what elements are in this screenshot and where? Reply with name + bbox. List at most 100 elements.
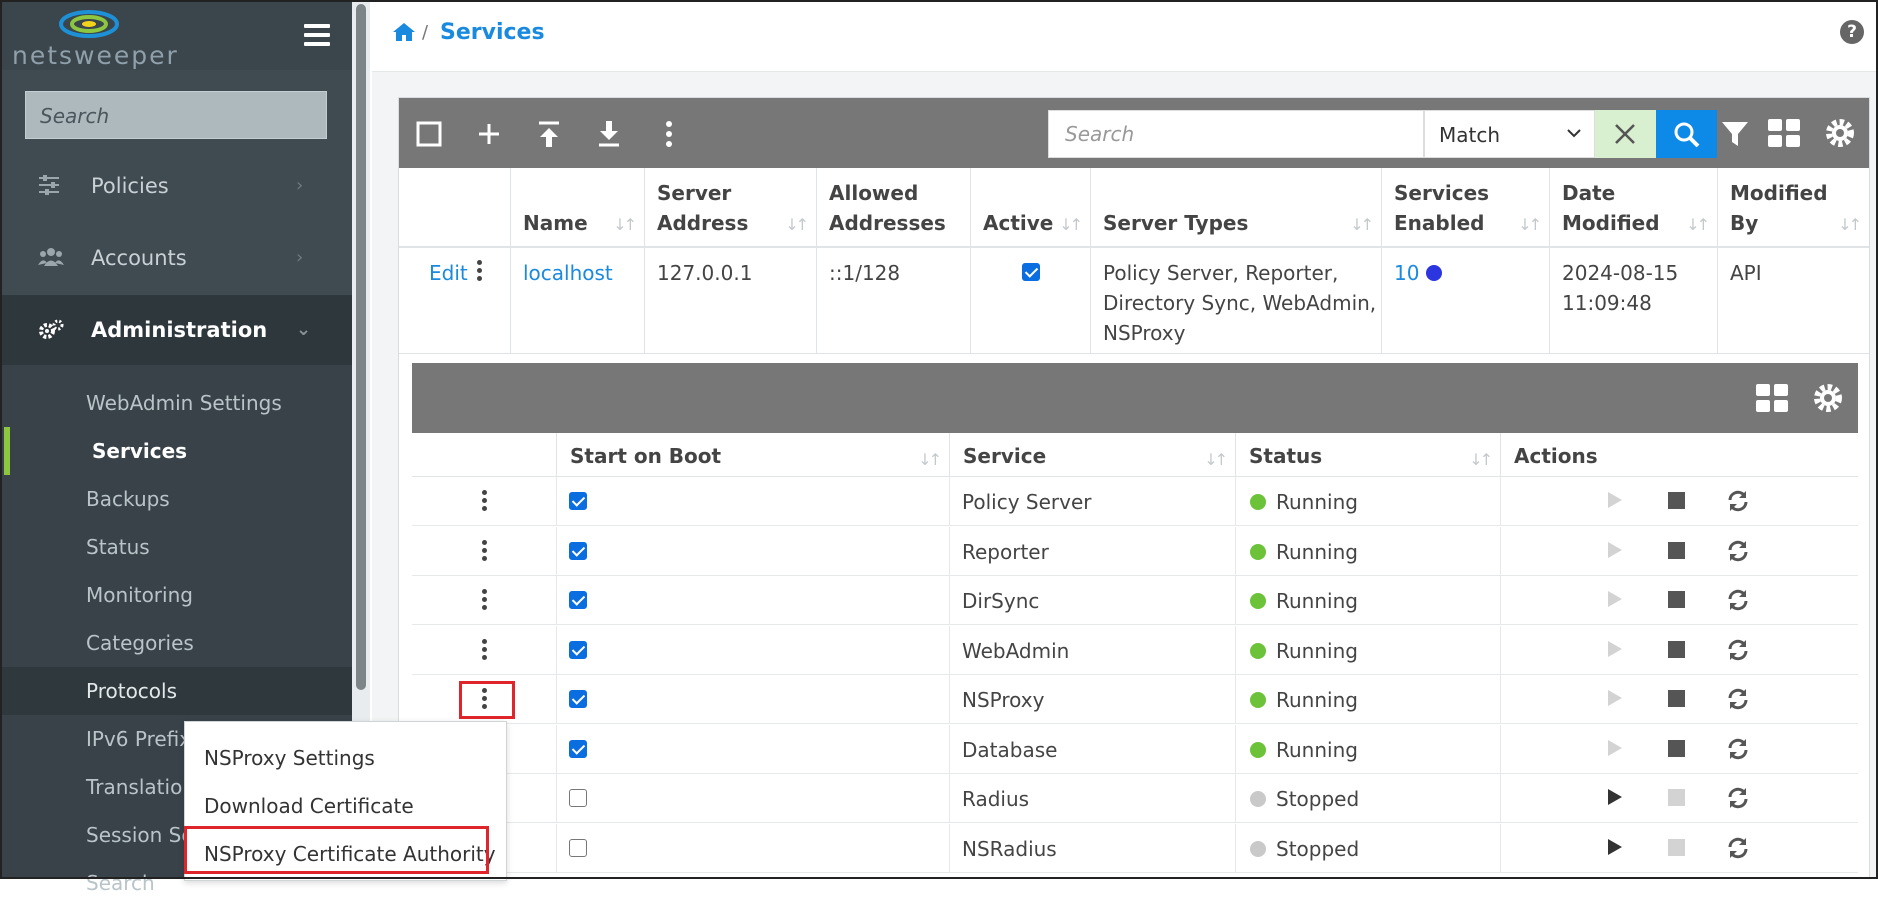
stop-icon[interactable]	[1668, 690, 1685, 707]
restart-icon[interactable]	[1726, 737, 1750, 761]
stop-icon[interactable]	[1668, 542, 1685, 559]
start-on-boot-checkbox[interactable]	[569, 591, 587, 609]
sidebar-scroll-thumb[interactable]	[356, 4, 366, 690]
sort-icon[interactable]: ↓↑	[1518, 215, 1542, 234]
settings-gear-icon[interactable]	[1812, 382, 1844, 414]
restart-icon[interactable]	[1726, 489, 1750, 513]
restart-icon[interactable]	[1726, 786, 1750, 810]
sort-icon[interactable]: ↓↑	[1686, 215, 1710, 234]
stop-icon[interactable]	[1668, 591, 1685, 608]
start-on-boot-checkbox[interactable]	[569, 492, 587, 510]
home-icon[interactable]	[392, 22, 416, 42]
stop-icon[interactable]	[1668, 789, 1685, 806]
column-header-server-address[interactable]: Server Address ↓↑	[645, 168, 817, 248]
column-header-start-on-boot[interactable]: Start on Boot ↓↑	[557, 433, 950, 477]
sort-icon[interactable]: ↓↑	[1469, 450, 1493, 469]
search-button[interactable]	[1656, 110, 1717, 158]
help-icon[interactable]: ?	[1840, 20, 1864, 44]
column-header-active[interactable]: Active ↓↑	[971, 168, 1091, 248]
stop-icon[interactable]	[1668, 492, 1685, 509]
start-on-boot-checkbox[interactable]	[569, 641, 587, 659]
submenu-item-categories[interactable]: Categories	[0, 619, 352, 667]
row-more-icon[interactable]	[482, 639, 488, 663]
menu-item-download-certificate[interactable]: Download Certificate	[185, 781, 508, 829]
submenu-label: Session Se	[86, 823, 194, 847]
play-icon[interactable]	[1607, 590, 1623, 608]
play-icon[interactable]	[1607, 491, 1623, 509]
submenu-item-monitoring[interactable]: Monitoring	[0, 571, 352, 619]
select-all-icon[interactable]	[416, 121, 442, 147]
match-mode-select[interactable]: Match	[1424, 110, 1595, 158]
restart-icon[interactable]	[1726, 539, 1750, 563]
start-on-boot-checkbox[interactable]	[569, 789, 587, 807]
row-more-icon[interactable]	[482, 589, 488, 613]
menu-toggle-icon[interactable]	[304, 24, 330, 46]
submenu-item-status[interactable]: Status	[0, 523, 352, 571]
stop-icon[interactable]	[1668, 641, 1685, 658]
start-on-boot-checkbox[interactable]	[569, 839, 587, 857]
edit-link[interactable]: Edit	[429, 258, 468, 288]
start-on-boot-checkbox[interactable]	[569, 542, 587, 560]
column-header-modified-by[interactable]: Modified By ↓↑	[1718, 168, 1869, 248]
status-cell: Running	[1236, 477, 1501, 526]
column-header-date-modified[interactable]: Date Modified ↓↑	[1550, 168, 1718, 248]
play-icon[interactable]	[1607, 541, 1623, 559]
submenu-item-services[interactable]: Services	[0, 427, 352, 475]
play-icon[interactable]	[1607, 838, 1623, 856]
restart-icon[interactable]	[1726, 687, 1750, 711]
nav-item-policies[interactable]: Policies ›	[0, 151, 352, 223]
upload-icon[interactable]	[537, 120, 561, 148]
start-on-boot-checkbox[interactable]	[569, 690, 587, 708]
sidebar-search-input[interactable]: Search	[25, 91, 327, 139]
menu-item-nsproxy-settings[interactable]: NSProxy Settings	[185, 733, 508, 781]
active-checkbox[interactable]	[1022, 263, 1040, 281]
play-icon[interactable]	[1607, 640, 1623, 658]
logo-icon	[59, 10, 119, 38]
column-header-status[interactable]: Status ↓↑	[1236, 433, 1501, 477]
play-icon[interactable]	[1607, 689, 1623, 707]
grid-view-icon[interactable]	[1755, 383, 1789, 413]
restart-icon[interactable]	[1726, 588, 1750, 612]
settings-gear-icon[interactable]	[1824, 117, 1856, 149]
submenu-item-webadmin-settings[interactable]: WebAdmin Settings	[0, 379, 352, 427]
column-header-name[interactable]: Name ↓↑	[511, 168, 645, 248]
sort-icon[interactable]: ↓↑	[1059, 215, 1083, 234]
status-text: Running	[1276, 490, 1358, 514]
column-header-service[interactable]: Service ↓↑	[950, 433, 1236, 477]
nav-item-accounts[interactable]: Accounts ›	[0, 223, 352, 295]
filter-icon[interactable]	[1721, 120, 1749, 148]
row-more-icon[interactable]	[477, 260, 483, 284]
restart-icon[interactable]	[1726, 836, 1750, 860]
more-options-icon[interactable]	[666, 121, 672, 147]
start-on-boot-cell	[557, 576, 950, 625]
column-header-server-types[interactable]: Server Types ↓↑	[1091, 168, 1382, 248]
submenu-item-backups[interactable]: Backups	[0, 475, 352, 523]
start-on-boot-checkbox[interactable]	[569, 740, 587, 758]
clear-search-button[interactable]	[1595, 110, 1656, 158]
play-icon[interactable]	[1607, 739, 1623, 757]
sort-icon[interactable]: ↓↑	[785, 215, 809, 234]
play-icon[interactable]	[1607, 788, 1623, 806]
submenu-item-protocols[interactable]: Protocols	[0, 667, 352, 715]
services-enabled[interactable]: 10	[1394, 258, 1442, 288]
status-cell: Running	[1236, 626, 1501, 675]
sort-icon[interactable]: ↓↑	[1838, 215, 1862, 234]
server-name-link[interactable]: localhost	[523, 258, 613, 288]
stop-icon[interactable]	[1668, 740, 1685, 757]
column-header-allowed-addresses[interactable]: Allowed Addresses	[817, 168, 971, 248]
sort-icon[interactable]: ↓↑	[1204, 450, 1228, 469]
grid-view-icon[interactable]	[1767, 118, 1801, 148]
sort-icon[interactable]: ↓↑	[613, 215, 637, 234]
stop-icon[interactable]	[1668, 839, 1685, 856]
sort-icon[interactable]: ↓↑	[918, 450, 942, 469]
nav-item-administration[interactable]: Administration ⌄	[0, 295, 352, 367]
restart-icon[interactable]	[1726, 638, 1750, 662]
download-icon[interactable]	[597, 120, 621, 148]
table-search-input[interactable]: Search	[1048, 110, 1424, 158]
services-enabled-count[interactable]: 10	[1394, 261, 1419, 285]
sort-icon[interactable]: ↓↑	[1350, 215, 1374, 234]
column-header-services-enabled[interactable]: Services Enabled ↓↑	[1382, 168, 1550, 248]
add-icon[interactable]	[477, 122, 501, 146]
row-more-icon[interactable]	[482, 490, 488, 514]
row-more-icon[interactable]	[482, 540, 488, 564]
